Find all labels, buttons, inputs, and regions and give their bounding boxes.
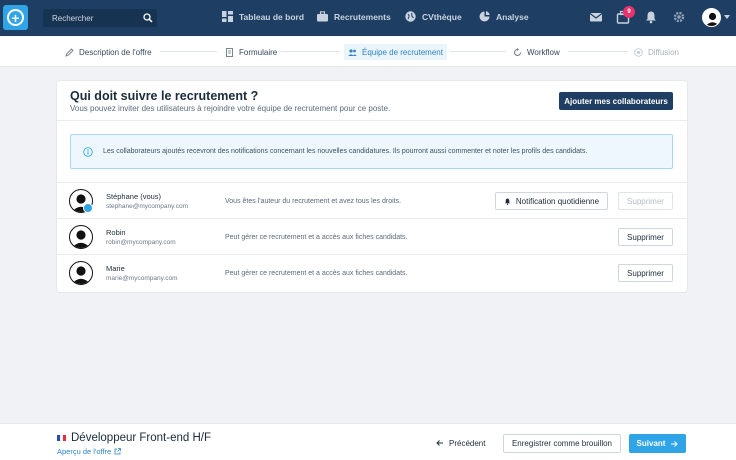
step-connector: [450, 51, 506, 52]
step-workflow[interactable]: Workflow: [509, 44, 564, 60]
card-subtitle: Vous pouvez inviter des utilisateurs à r…: [70, 104, 391, 113]
step-label: Description de l'offre: [79, 47, 152, 57]
delete-member-button[interactable]: Supprimer: [618, 264, 673, 282]
user-silhouette-icon: [71, 266, 91, 284]
preview-offer-link[interactable]: Aperçu de l'offre: [57, 447, 122, 456]
info-text: Les collaborateurs ajoutés recevront des…: [103, 148, 588, 155]
divider: [57, 120, 687, 121]
user-avatar[interactable]: [702, 8, 721, 27]
save-draft-button[interactable]: Enregistrer comme brouillon: [503, 434, 621, 453]
nav-item-label: Analyse: [496, 11, 529, 22]
bell-icon: [504, 198, 510, 205]
chevron-down-icon[interactable]: [724, 15, 730, 19]
form-icon: [226, 47, 233, 57]
member-row: Stéphane (vous) stephane@mycompany.com V…: [57, 183, 687, 219]
previous-button[interactable]: Précédent: [430, 434, 491, 452]
member-description: Peut gérer ce recrutement et a accès aux…: [225, 270, 408, 277]
step-equipe[interactable]: Équipe de recrutement: [344, 44, 447, 60]
bell-icon[interactable]: [644, 10, 658, 24]
step-label: Équipe de recrutement: [362, 47, 443, 57]
step-description[interactable]: Description de l'offre: [61, 44, 156, 60]
briefcase-icon: [317, 11, 328, 22]
workflow-icon: [514, 47, 521, 56]
member-avatar: [69, 261, 93, 285]
owner-badge-icon: [83, 203, 93, 213]
member-name: Stéphane (vous): [106, 192, 162, 201]
member-description: Peut gérer ce recrutement et a accès aux…: [225, 234, 408, 241]
nav-item-dashboard[interactable]: Tableau de bord: [222, 11, 304, 22]
globe-icon: [405, 11, 416, 22]
step-label: Workflow: [527, 47, 560, 57]
search-input[interactable]: [43, 9, 139, 27]
member-row: Marie marie@mycompany.com Peut gérer ce …: [57, 255, 687, 291]
member-name: Robin: [106, 228, 126, 237]
delete-member-button: Supprimer: [618, 192, 673, 210]
step-diffusion: Diffusion: [630, 44, 683, 60]
step-connector: [160, 51, 217, 52]
step-formulaire[interactable]: Formulaire: [221, 44, 282, 60]
nav-item-cvtheque[interactable]: CVthèque: [405, 11, 462, 22]
info-icon: [83, 147, 93, 157]
step-label: Diffusion: [648, 47, 679, 57]
info-banner: Les collaborateurs ajoutés recevront des…: [70, 134, 673, 169]
member-name: Marie: [106, 264, 125, 273]
card-title: Qui doit suivre le recrutement ?: [70, 89, 259, 103]
team-icon: [348, 48, 357, 56]
app-logo[interactable]: +: [3, 5, 28, 30]
nav-item-label: Tableau de bord: [239, 11, 305, 22]
delete-member-button[interactable]: Supprimer: [618, 228, 673, 246]
previous-label: Précédent: [449, 438, 486, 448]
add-collaborators-button[interactable]: Ajouter mes collaborateurs: [559, 92, 673, 110]
notification-badge: 9: [623, 6, 635, 18]
user-silhouette-icon: [703, 9, 720, 26]
mail-icon[interactable]: [589, 10, 603, 24]
gear-icon[interactable]: [672, 10, 686, 24]
broadcast-icon: [634, 47, 643, 57]
step-connector: [568, 51, 628, 52]
pen-icon: [65, 47, 74, 57]
notification-frequency-button[interactable]: Notification quotidienne: [495, 192, 608, 210]
external-link-icon: [114, 448, 122, 455]
team-card: Qui doit suivre le recrutement ? Vous po…: [57, 81, 687, 292]
preview-offer-label: Aperçu de l'offre: [57, 447, 112, 456]
member-email: stephane@mycompany.com: [106, 203, 188, 210]
footer-bar: Développeur Front-end H/F Aperçu de l'of…: [0, 423, 736, 460]
stepper: Description de l'offre Formulaire Équipe…: [0, 36, 736, 67]
top-navbar: + Tableau de bord Recrutements CVthèque …: [0, 0, 736, 36]
nav-item-analyse[interactable]: Analyse: [479, 11, 529, 22]
plus-circle-icon: +: [7, 9, 24, 26]
nav-item-recruitments[interactable]: Recrutements: [317, 11, 391, 22]
search-icon[interactable]: [143, 13, 153, 23]
member-email: robin@mycompany.com: [106, 239, 176, 246]
member-row: Robin robin@mycompany.com Peut gérer ce …: [57, 219, 687, 255]
chart-icon: [479, 11, 490, 22]
job-title: Développeur Front-end H/F: [71, 432, 211, 444]
next-label: Suivant: [636, 439, 666, 448]
step-connector: [280, 51, 340, 52]
search-box: [43, 9, 157, 27]
nav-item-label: Recrutements: [334, 11, 391, 22]
member-avatar: [69, 225, 93, 249]
member-email: marie@mycompany.com: [106, 275, 178, 282]
french-flag-icon: [57, 435, 66, 441]
notification-frequency-label: Notification quotidienne: [515, 196, 600, 206]
arrow-right-icon: [671, 440, 679, 447]
member-description: Vous êtes l'auteur du recrutement et ave…: [225, 198, 402, 205]
arrow-left-icon: [436, 440, 443, 446]
next-button[interactable]: Suivant: [629, 434, 686, 453]
step-label: Formulaire: [239, 47, 278, 57]
dashboard-icon: [222, 11, 233, 22]
user-silhouette-icon: [71, 230, 91, 248]
nav-item-label: CVthèque: [422, 11, 462, 22]
